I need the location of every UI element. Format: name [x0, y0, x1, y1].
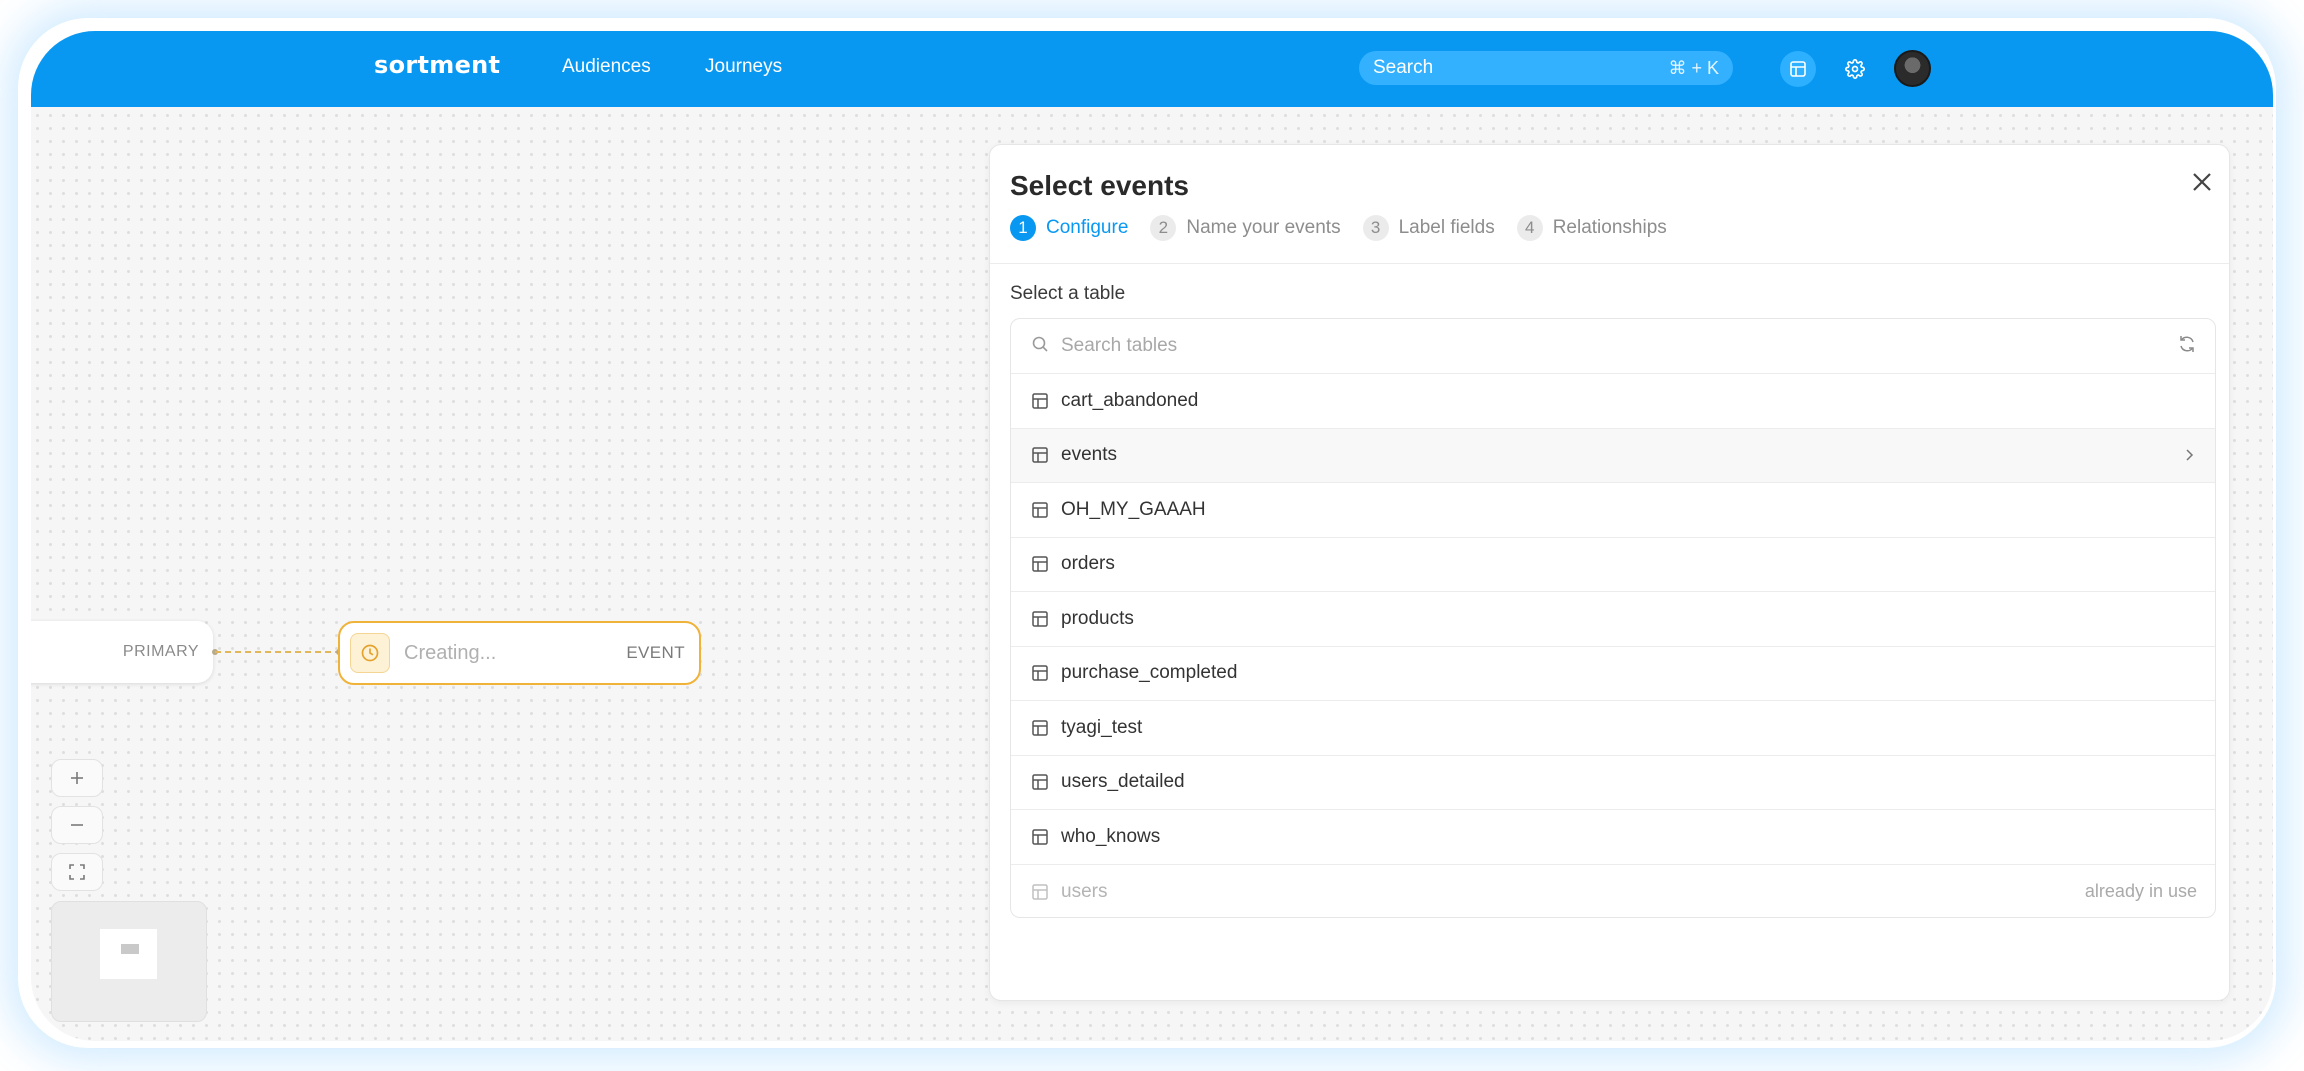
table-icon: [1032, 774, 1048, 790]
app-window: sortment Audiences Journeys Search ⌘ + K…: [31, 31, 2273, 1041]
close-icon[interactable]: [2187, 167, 2217, 197]
search-shortcut: ⌘ + K: [1668, 57, 1719, 78]
step-name-your-events[interactable]: 2 Name your events: [1150, 215, 1341, 241]
divider: [990, 263, 2229, 264]
stepper: 1 Configure 2 Name your events 3 Label f…: [1010, 215, 1689, 241]
table-icon: [1032, 556, 1048, 572]
minimap-viewport: [100, 929, 157, 979]
global-search[interactable]: Search ⌘ + K: [1359, 51, 1733, 85]
table-row[interactable]: users_detailed: [1011, 756, 2215, 810]
fit-view-button[interactable]: [51, 853, 103, 891]
table-row[interactable]: products: [1011, 592, 2215, 647]
select-events-panel: Select events 1 Configure 2 Name your ev…: [989, 144, 2230, 1001]
table-row-disabled: users already in use: [1011, 865, 2215, 918]
step-configure[interactable]: 1 Configure: [1010, 215, 1128, 241]
step-label-fields[interactable]: 3 Label fields: [1362, 215, 1495, 241]
table-icon: [1032, 502, 1048, 518]
refresh-icon[interactable]: [2177, 334, 2197, 359]
in-use-note: already in use: [2084, 881, 2197, 902]
zoom-in-button[interactable]: [51, 759, 103, 797]
logo[interactable]: sortment: [374, 51, 500, 79]
step-number: 3: [1362, 215, 1389, 241]
step-label: Label fields: [1398, 217, 1495, 238]
table-row[interactable]: who_knows: [1011, 810, 2215, 865]
table-icon: [1032, 447, 1048, 463]
table-name: tyagi_test: [1061, 716, 1143, 738]
table-name: OH_MY_GAAAH: [1061, 498, 1206, 520]
primary-node-type: PRIMARY: [122, 643, 199, 660]
step-label: Configure: [1046, 217, 1129, 238]
zoom-out-button[interactable]: [51, 806, 103, 844]
step-relationships[interactable]: 4 Relationships: [1516, 215, 1667, 241]
table-icon[interactable]: [1780, 51, 1816, 87]
event-node-name: Creating...: [404, 641, 497, 664]
event-node-type: EVENT: [626, 643, 685, 662]
table-icon: [1032, 665, 1048, 681]
global-search-placeholder: Search: [1373, 57, 1434, 78]
step-label: Relationships: [1552, 217, 1667, 238]
section-label: Select a table: [1010, 283, 1126, 304]
table-icon: [1032, 611, 1048, 627]
nav-journeys[interactable]: Journeys: [705, 56, 782, 78]
table-icon: [1032, 720, 1048, 736]
table-list: Search tables cart_abandoned events OH_M…: [1010, 318, 2216, 918]
table-name: events: [1061, 444, 1117, 466]
top-bar: sortment Audiences Journeys Search ⌘ + K: [31, 31, 2273, 107]
table-name: users_detailed: [1061, 771, 1185, 793]
table-name: orders: [1061, 553, 1115, 575]
table-row[interactable]: OH_MY_GAAAH: [1011, 483, 2215, 538]
panel-title: Select events: [1010, 170, 1189, 201]
step-label: Name your events: [1186, 217, 1341, 238]
table-icon: [1032, 884, 1048, 900]
node-connector: [215, 651, 341, 653]
step-number: 1: [1010, 215, 1036, 241]
table-search-input[interactable]: Search tables: [1011, 319, 2215, 374]
table-icon: [1032, 393, 1048, 409]
table-row[interactable]: orders: [1011, 538, 2215, 592]
table-icon: [1032, 829, 1048, 845]
step-number: 4: [1516, 215, 1543, 241]
table-row[interactable]: cart_abandoned: [1011, 374, 2215, 429]
primary-node[interactable]: PRIMARY: [31, 621, 213, 683]
chevron-right-icon: [2186, 449, 2194, 461]
table-name: who_knows: [1061, 825, 1161, 847]
gear-icon[interactable]: [1837, 51, 1873, 87]
search-icon: [1031, 335, 1049, 358]
table-row[interactable]: tyagi_test: [1011, 701, 2215, 756]
avatar[interactable]: [1894, 50, 1931, 87]
nav-audiences[interactable]: Audiences: [562, 56, 651, 78]
table-name: purchase_completed: [1061, 662, 1238, 684]
table-search-placeholder: Search tables: [1061, 335, 1178, 356]
event-node[interactable]: Creating... EVENT: [338, 621, 701, 685]
minimap[interactable]: [51, 901, 207, 1022]
table-row[interactable]: events: [1011, 428, 2215, 483]
table-row[interactable]: purchase_completed: [1011, 647, 2215, 701]
table-name: cart_abandoned: [1061, 389, 1199, 411]
table-name: products: [1061, 607, 1134, 629]
step-number: 2: [1150, 215, 1177, 241]
clock-icon: [350, 633, 390, 673]
table-name: users: [1061, 880, 1108, 902]
